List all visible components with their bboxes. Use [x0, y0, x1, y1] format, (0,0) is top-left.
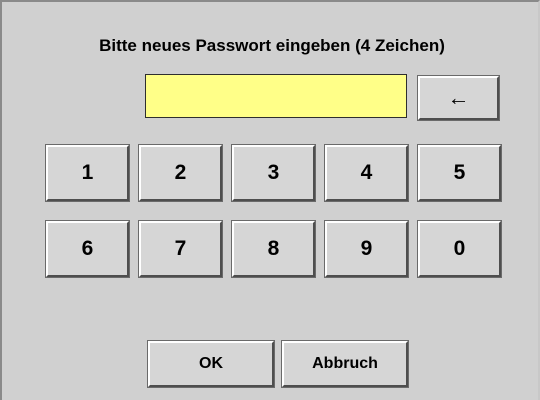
- digit-1-button[interactable]: 1: [45, 144, 130, 202]
- digit-6-button[interactable]: 6: [45, 220, 130, 278]
- digit-2-button[interactable]: 2: [138, 144, 223, 202]
- ok-button[interactable]: OK: [147, 340, 275, 388]
- digit-7-button[interactable]: 7: [138, 220, 223, 278]
- backspace-arrow-icon: ←: [447, 85, 470, 110]
- dialog-title: Bitte neues Passwort eingeben (4 Zeichen…: [99, 36, 445, 55]
- cancel-button[interactable]: Abbruch: [281, 340, 409, 388]
- digit-9-button[interactable]: 9: [324, 220, 409, 278]
- digit-4-button[interactable]: 4: [324, 144, 409, 202]
- digit-5-button[interactable]: 5: [417, 144, 502, 202]
- digit-0-button[interactable]: 0: [417, 220, 502, 278]
- digit-8-button[interactable]: 8: [231, 220, 316, 278]
- digit-3-button[interactable]: 3: [231, 144, 316, 202]
- password-field[interactable]: [145, 74, 407, 118]
- password-dialog: Bitte neues Passwort eingeben (4 Zeichen…: [0, 0, 540, 400]
- backspace-button[interactable]: ←: [417, 75, 500, 121]
